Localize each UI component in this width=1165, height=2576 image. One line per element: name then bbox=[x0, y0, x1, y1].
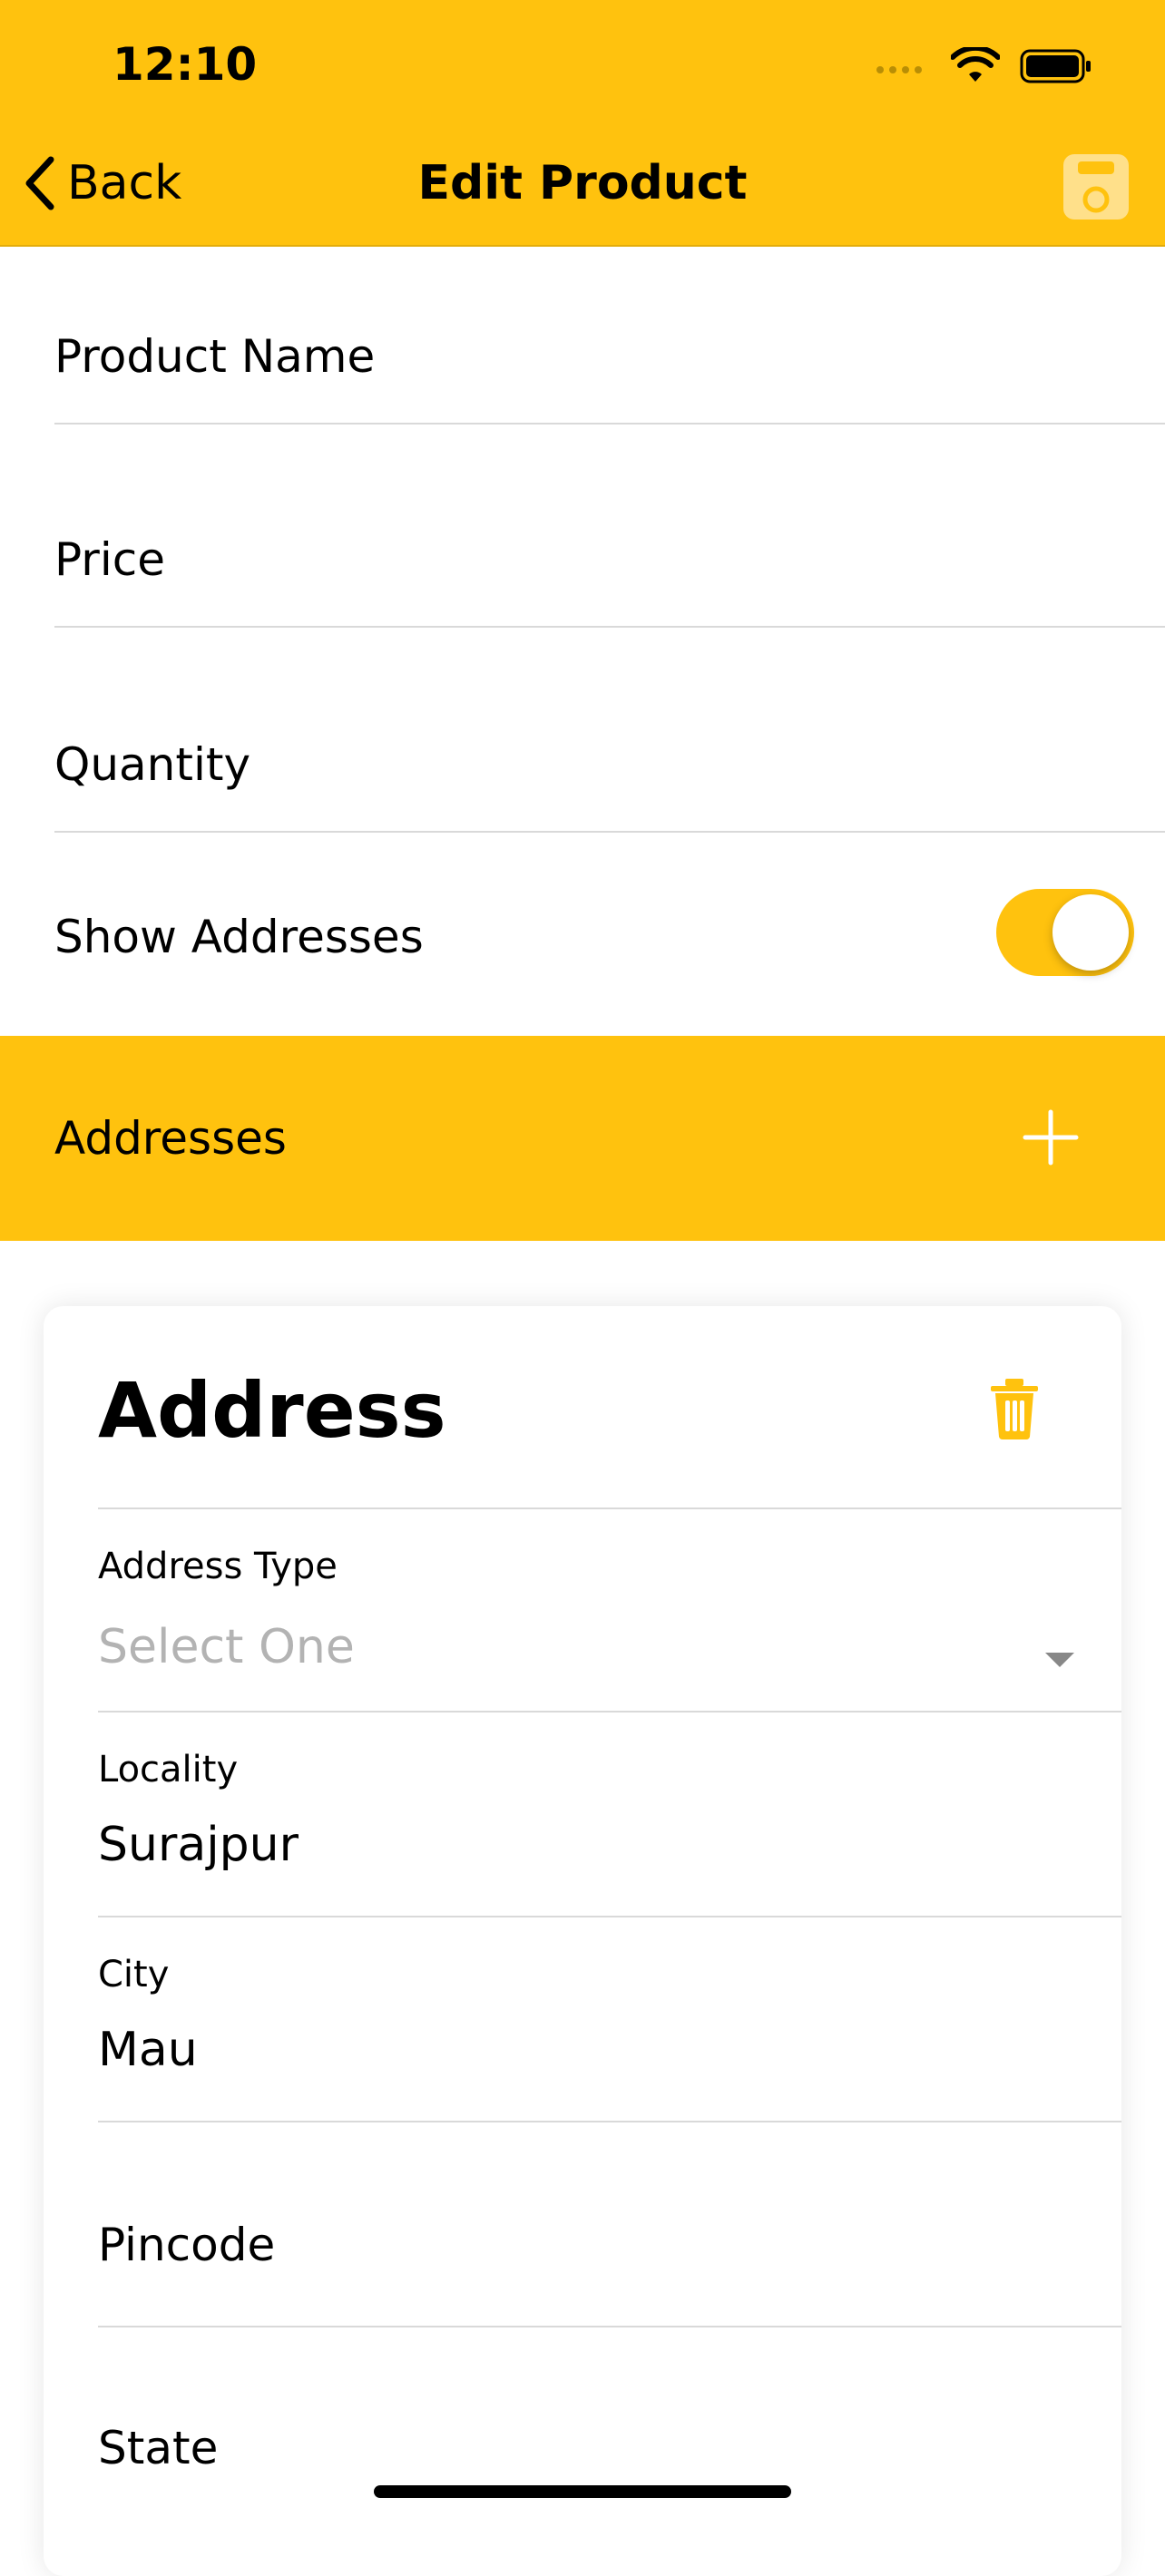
addresses-section-header: Addresses bbox=[0, 1036, 1165, 1241]
price-label: Price bbox=[54, 533, 165, 586]
city-input[interactable]: Mau bbox=[98, 2023, 198, 2077]
product-name-label: Product Name bbox=[54, 330, 376, 383]
pincode-field[interactable]: Pincode bbox=[44, 2122, 1121, 2326]
wifi-icon bbox=[951, 47, 1000, 82]
plus-icon[interactable] bbox=[1022, 1108, 1080, 1166]
pincode-label: Pincode bbox=[98, 2219, 276, 2271]
state-field[interactable]: State bbox=[44, 2327, 1121, 2531]
locality-label: Locality bbox=[98, 1749, 239, 1791]
locality-field[interactable]: Locality Surajpur bbox=[44, 1712, 1121, 1916]
address-card: Address Address Type Select One Locality… bbox=[44, 1306, 1121, 2576]
toggle-knob bbox=[1052, 894, 1129, 971]
status-time: 12:10 bbox=[113, 38, 258, 91]
quantity-field[interactable]: Quantity bbox=[54, 628, 1165, 833]
addresses-label: Addresses bbox=[54, 1112, 287, 1165]
chevron-down-icon[interactable] bbox=[1045, 1653, 1074, 1667]
address-type-select[interactable]: Select One bbox=[98, 1620, 355, 1674]
locality-input[interactable]: Surajpur bbox=[98, 1818, 299, 1872]
show-addresses-label: Show Addresses bbox=[54, 911, 424, 963]
state-label: State bbox=[98, 2422, 219, 2474]
city-label: City bbox=[98, 1954, 170, 1995]
address-type-label: Address Type bbox=[98, 1546, 338, 1587]
trash-icon[interactable] bbox=[987, 1377, 1042, 1440]
save-icon[interactable] bbox=[1062, 152, 1131, 221]
show-addresses-toggle[interactable] bbox=[996, 889, 1134, 976]
home-indicator bbox=[374, 2485, 791, 2498]
status-icons bbox=[875, 44, 1092, 89]
price-field[interactable]: Price bbox=[54, 424, 1165, 628]
product-name-field[interactable]: Product Name bbox=[54, 247, 1165, 424]
page-title: Edit Product bbox=[417, 156, 748, 210]
cellular-signal-icon bbox=[876, 66, 922, 73]
address-card-title: Address bbox=[98, 1366, 446, 1455]
address-type-field[interactable]: Address Type Select One bbox=[44, 1509, 1121, 1712]
battery-icon bbox=[1020, 49, 1091, 83]
city-field[interactable]: City Mau bbox=[44, 1917, 1121, 2121]
header: 12:10 Back Edit Product bbox=[0, 0, 1165, 247]
quantity-label: Quantity bbox=[54, 738, 251, 791]
